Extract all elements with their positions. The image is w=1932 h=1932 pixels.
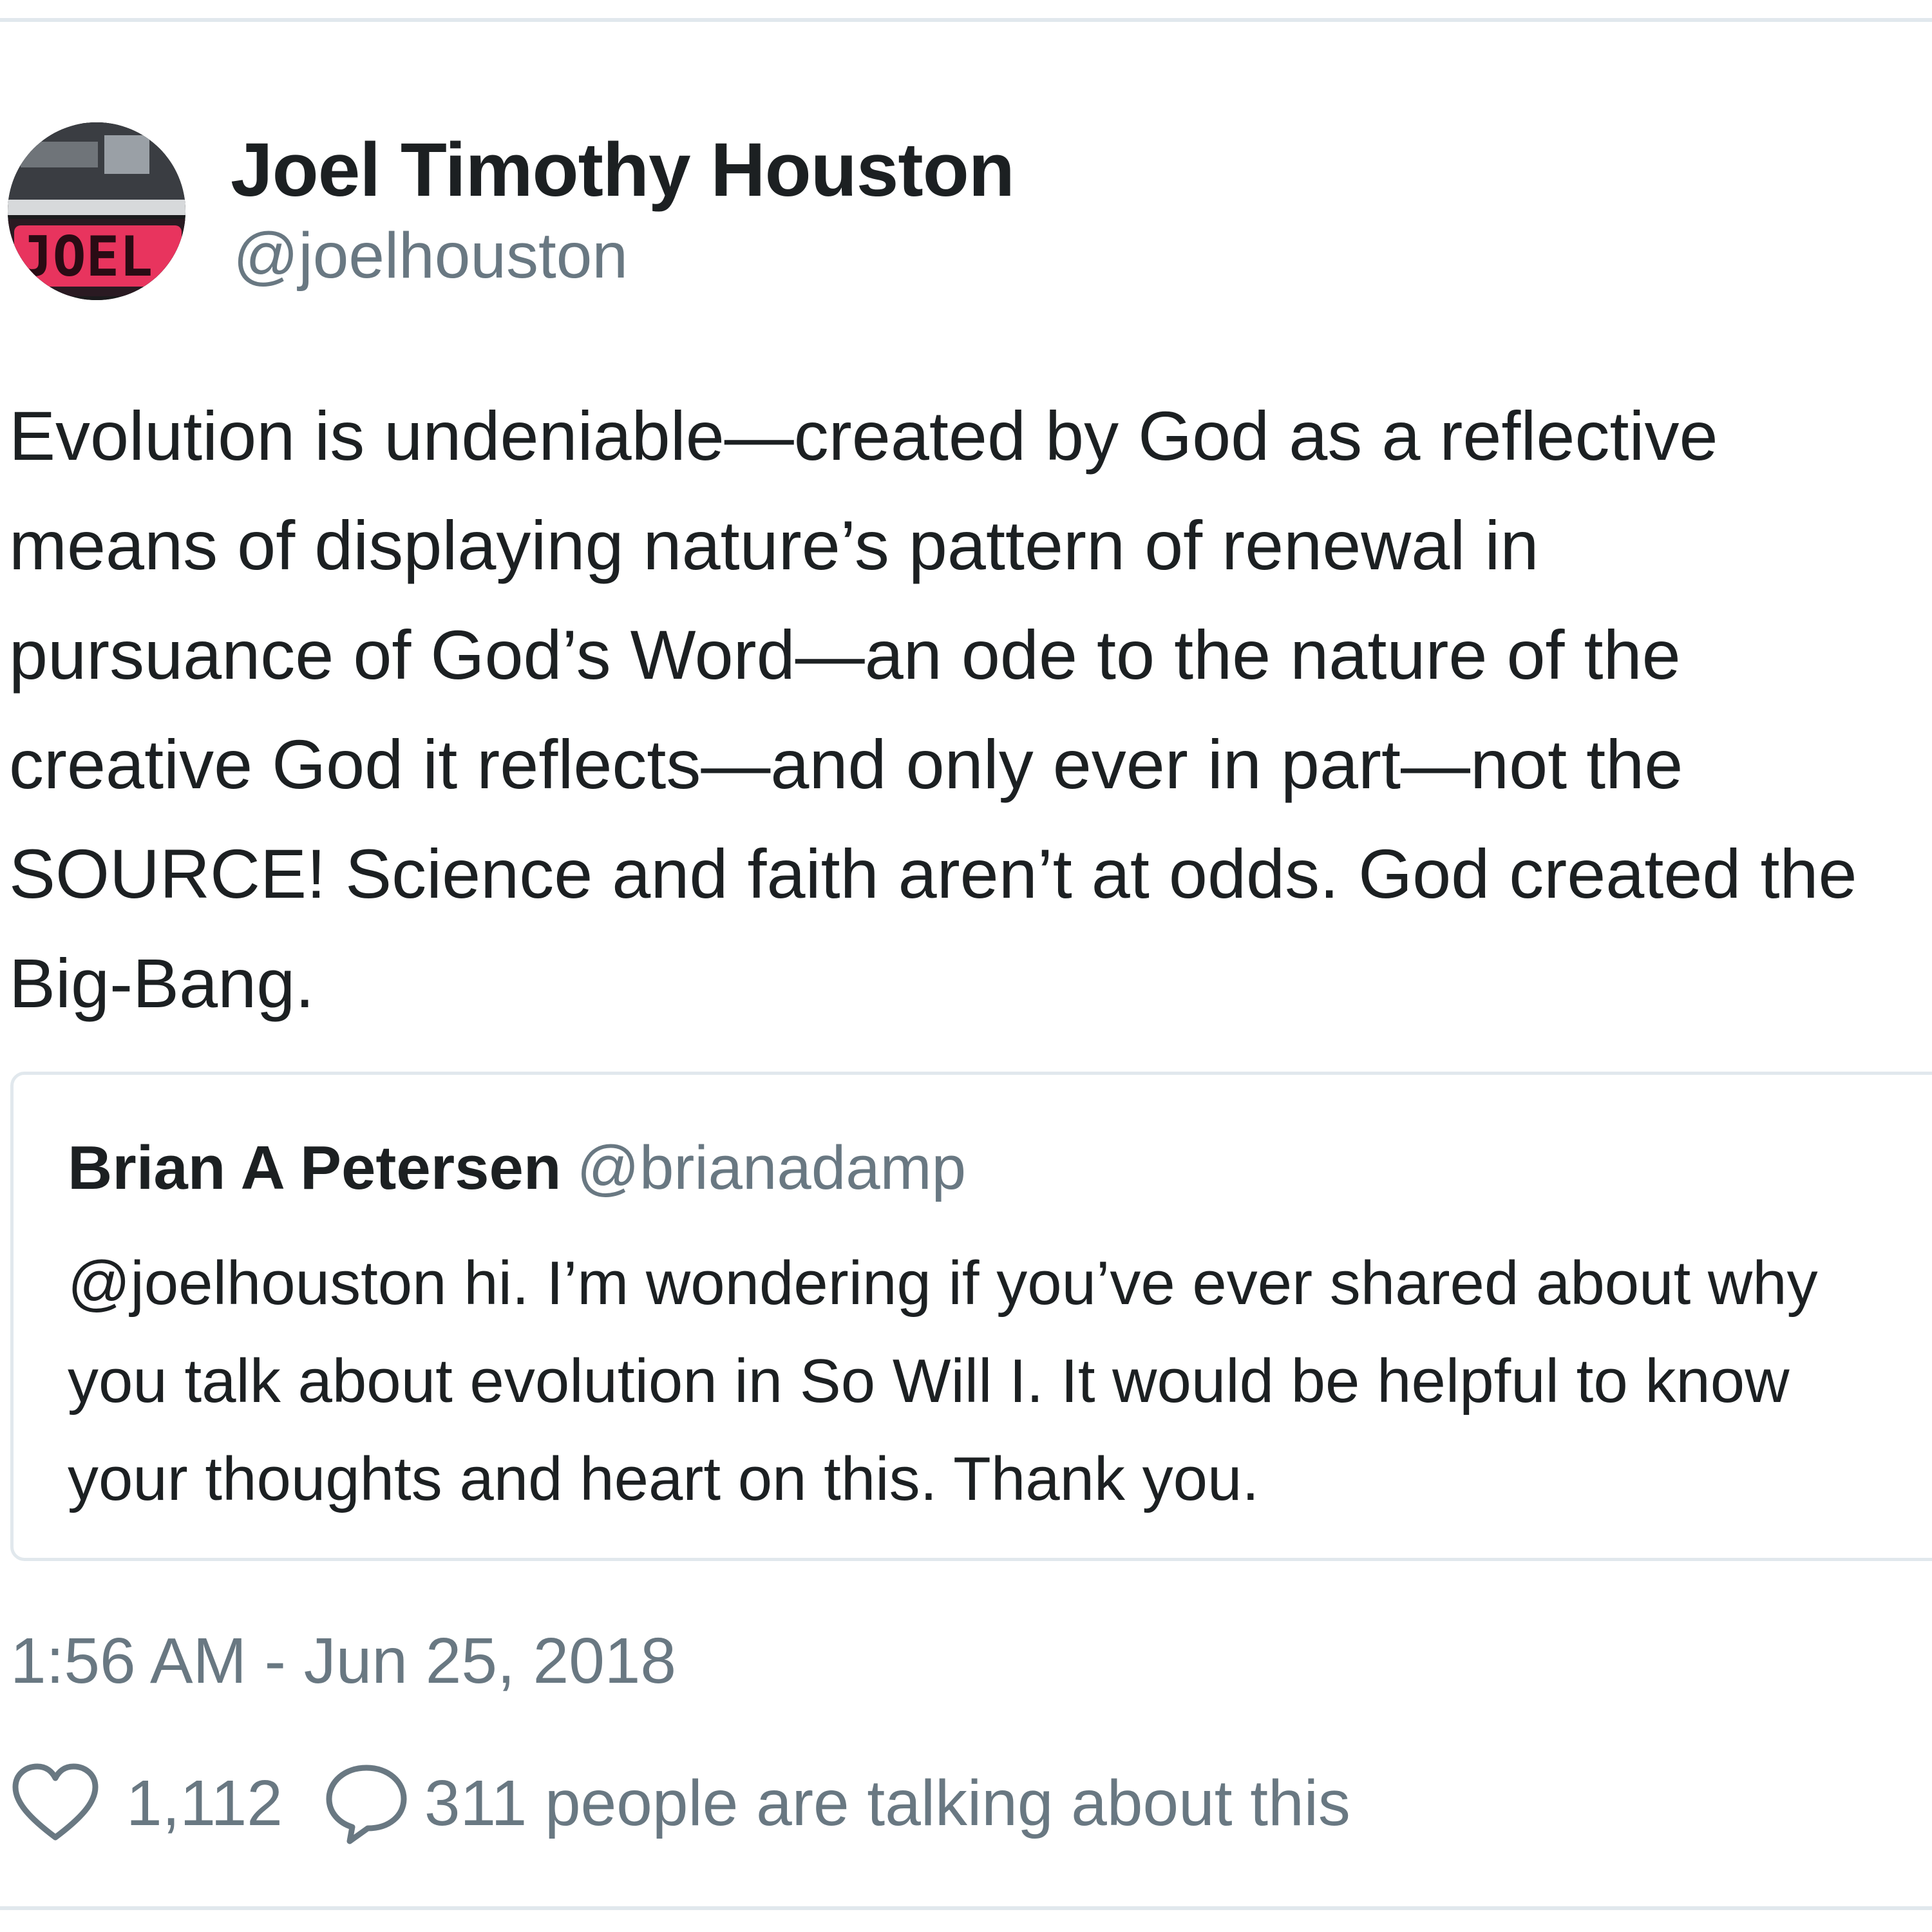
tweet-text-line: creative God it reflects—and only ever i…: [9, 725, 1683, 803]
heart-icon: [12, 1763, 99, 1841]
tweet-timestamp[interactable]: 1:56 AM - Jun 25, 2018: [10, 1624, 676, 1698]
tweet-text-line: Evolution is undeniable—created by God a…: [9, 397, 1718, 475]
tweet-text-line: means of displaying nature’s pattern of …: [9, 506, 1539, 584]
tweet-text-line: SOURCE! Science and faith aren’t at odds…: [9, 835, 1857, 913]
like-button[interactable]: 1,112: [10, 1761, 321, 1845]
speech-bubble-icon: [326, 1765, 407, 1844]
quoted-author: Brian A Petersen @brianadamp: [68, 1133, 966, 1204]
quoted-tweet-card[interactable]: Brian A Petersen @brianadamp @joelhouston…: [10, 1072, 1932, 1561]
reply-button[interactable]: 311 people are talking about this: [321, 1761, 1350, 1845]
quoted-author-handle: @brianadamp: [576, 1133, 966, 1202]
bottom-divider: [0, 1906, 1932, 1910]
avatar-logo-text: JOEL: [19, 225, 153, 289]
avatar-image: JOEL: [8, 122, 185, 300]
like-count: 1,112: [126, 1766, 283, 1839]
author-handle[interactable]: @joelhouston: [233, 219, 628, 293]
quoted-author-name: Brian A Petersen: [68, 1133, 562, 1202]
quoted-text-line: your thoughts and heart on this. Thank y…: [68, 1444, 1260, 1513]
author-avatar[interactable]: JOEL: [8, 122, 185, 300]
author-name[interactable]: Joel Timothy Houston: [231, 126, 1015, 214]
top-divider: [0, 18, 1932, 22]
tweet-text: Evolution is undeniable—created by God a…: [9, 381, 1932, 1038]
quoted-text-line: you talk about evolution in So Will I. I…: [68, 1347, 1790, 1416]
reply-icon-wrapper: [321, 1761, 412, 1845]
talking-count: 311 people are talking about this: [424, 1766, 1350, 1839]
quoted-tweet-text: @joelhouston hi. I’m wondering if you’ve…: [68, 1235, 1818, 1528]
tweet-embed: JOEL Joel Timothy Houston @joelhouston E…: [0, 0, 1932, 1932]
tweet-text-line: Big-Bang.: [9, 944, 315, 1022]
tweet-actions: 1,112 311 people are talking about this: [10, 1761, 1350, 1845]
quoted-text-line: @joelhouston hi. I’m wondering if you’ve…: [68, 1249, 1818, 1318]
tweet-text-line: pursuance of God’s Word—an ode to the na…: [9, 616, 1681, 694]
